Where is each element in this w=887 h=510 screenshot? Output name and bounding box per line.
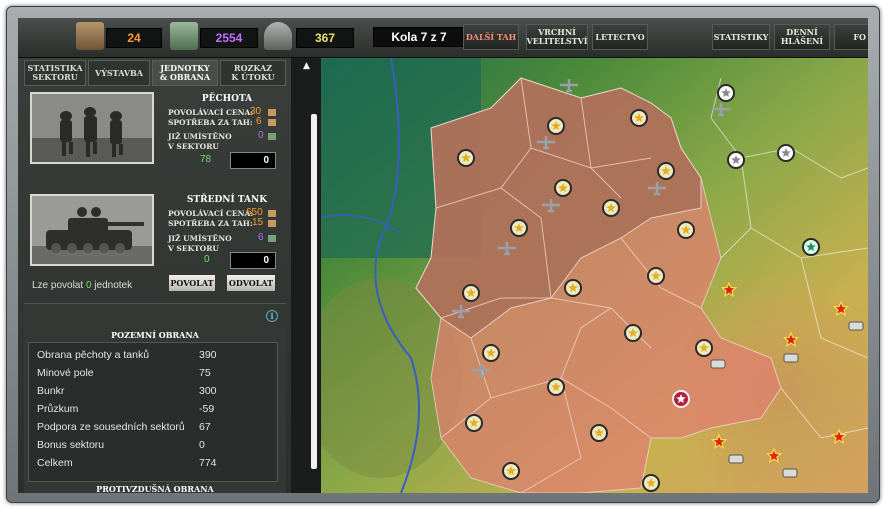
tank-upkeep-label: SPOTŘEBA ZA TAH:: [168, 219, 253, 228]
defense-row-label: Průzkum: [37, 403, 79, 415]
ground-defense-table: Obrana pěchoty a tanků 390 Minové pole 7…: [28, 342, 278, 482]
supplies-icon: [268, 220, 276, 227]
bunker-icon[interactable]: [710, 359, 726, 369]
deploy-prefix: Lze povolat: [32, 280, 84, 291]
fuel-icon: [170, 22, 198, 50]
defense-row-value: 75: [199, 367, 211, 379]
ground-defense-title: POZEMNÍ OBRANA: [111, 330, 199, 340]
statistics-button[interactable]: STATISTIKY: [712, 24, 770, 50]
infantry-deployed-label: JIŽ UMÍSTĚNO: [168, 132, 232, 141]
manpower-value: 367: [296, 28, 354, 48]
bunker-icon[interactable]: [728, 454, 744, 464]
bunker-icon[interactable]: [782, 468, 798, 478]
tank-quantity-input[interactable]: 0: [230, 252, 276, 269]
top-bar: 24 2554 367 Kola 7 z 7 DALŠÍ TAH VRCHNÍ …: [18, 18, 868, 58]
tab-construction[interactable]: VÝSTAVBA: [88, 60, 150, 86]
bunker-icon[interactable]: [848, 321, 864, 331]
tab-label: VÝSTAVBA: [94, 67, 143, 78]
tank-upkeep: 15: [252, 217, 264, 228]
supplies-icon: [76, 22, 104, 50]
infantry-in-sector: 78: [200, 154, 212, 165]
defense-row-value: 0: [199, 439, 205, 451]
cut-off-button[interactable]: FO: [834, 24, 868, 50]
tank-name: STŘEDNÍ TANK: [186, 195, 268, 205]
fuel-icon: [268, 133, 276, 140]
defense-row-value: 300: [199, 385, 217, 397]
supplies-icon: [268, 109, 276, 116]
panel-tabs: STATISTIKA SEKTORU VÝSTAVBA JEDNOTKY & O…: [24, 60, 286, 86]
air-defense-title: PROTIVZDUŠNÁ OBRANA: [96, 484, 214, 493]
tank-photo: [30, 194, 154, 266]
next-turn-button[interactable]: DALŠÍ TAH: [463, 24, 519, 50]
defense-row-value: 774: [199, 457, 217, 469]
infantry-image: [32, 94, 152, 162]
fuel-icon: [268, 235, 276, 242]
high-command-button[interactable]: VRCHNÍ VELITELSTVÍ: [526, 24, 588, 50]
defense-row-label: Celkem: [37, 457, 73, 469]
infantry-upkeep: 6: [256, 116, 262, 127]
infantry-upkeep-label: SPOTŘEBA ZA TAH:: [168, 118, 253, 127]
defense-row-label: Minové pole: [37, 367, 94, 379]
tank-sector-label: V SEKTORU: [168, 244, 219, 253]
tank-cost-label: POVOLÁVACÍ CENA:: [168, 209, 254, 218]
infantry-photo: [30, 92, 154, 164]
tab-label: SEKTORU: [32, 72, 78, 82]
defense-row-label: Obrana pěchoty a tanků: [37, 349, 150, 361]
infantry-deployed: 0: [258, 130, 264, 141]
tank-deployed: 6: [258, 232, 264, 243]
game-window: 24 2554 367 Kola 7 z 7 DALŠÍ TAH VRCHNÍ …: [18, 18, 868, 493]
infantry-quantity-input[interactable]: 0: [230, 152, 276, 169]
high-command-label-2: VELITELSTVÍ: [526, 36, 588, 46]
scrollbar-thumb[interactable]: [311, 114, 317, 469]
tab-label: & OBRANA: [159, 72, 211, 82]
defense-row-label: Bonus sektoru: [37, 439, 105, 451]
infantry-name: PĚCHOTA: [201, 94, 253, 104]
defense-row-value: 67: [199, 421, 211, 433]
defense-row-label: Bunkr: [37, 385, 65, 397]
tab-label: K ÚTOKU: [231, 72, 275, 82]
tab-units-defense[interactable]: JEDNOTKY & OBRANA: [152, 60, 218, 86]
deploy-suffix: jednotek: [94, 280, 133, 291]
air-force-button[interactable]: LETECTVO: [592, 24, 648, 50]
helmet-icon: [264, 22, 292, 50]
turn-counter: Kola 7 z 7: [373, 27, 465, 47]
daily-report-button[interactable]: DENNÍ HLÁŠENÍ: [774, 24, 830, 50]
supplies-icon: [268, 210, 276, 217]
bunker-icon[interactable]: [783, 353, 799, 363]
left-panel: STATISTIKA SEKTORU VÝSTAVBA JEDNOTKY & O…: [18, 58, 291, 493]
daily-report-label-2: HLÁŠENÍ: [780, 36, 824, 46]
defense-panel: i POZEMNÍ OBRANA Obrana pěchoty a tanků …: [24, 303, 286, 493]
infantry-sector-label: V SEKTORU: [168, 142, 219, 151]
campaign-map[interactable]: [321, 58, 868, 493]
tank-in-sector: 0: [204, 254, 210, 265]
supplies-icon: [268, 119, 276, 126]
tank-deployed-label: JIŽ UMÍSTĚNO: [168, 234, 232, 243]
supplies-value: 24: [106, 28, 162, 48]
defense-row-label: Podpora ze sousedních sektorů: [37, 421, 185, 433]
defense-row-value: -59: [199, 403, 215, 415]
fuel-value: 2554: [200, 28, 258, 48]
infantry-cost-label: POVOLÁVACÍ CENA:: [168, 108, 254, 117]
deploy-capacity-text: Lze povolat 0 jednotek: [32, 280, 132, 291]
defense-row-value: 390: [199, 349, 217, 361]
scroll-up-icon[interactable]: ▲: [303, 61, 310, 71]
tab-attack-order[interactable]: ROZKAZ K ÚTOKU: [220, 60, 286, 86]
info-icon[interactable]: i: [266, 310, 278, 322]
tab-sector-stats[interactable]: STATISTIKA SEKTORU: [24, 60, 86, 86]
dismiss-button[interactable]: ODVOLAT: [226, 274, 276, 292]
tank-image: [32, 196, 152, 264]
recruit-button[interactable]: POVOLAT: [168, 274, 216, 292]
deploy-count: 0: [85, 280, 92, 291]
